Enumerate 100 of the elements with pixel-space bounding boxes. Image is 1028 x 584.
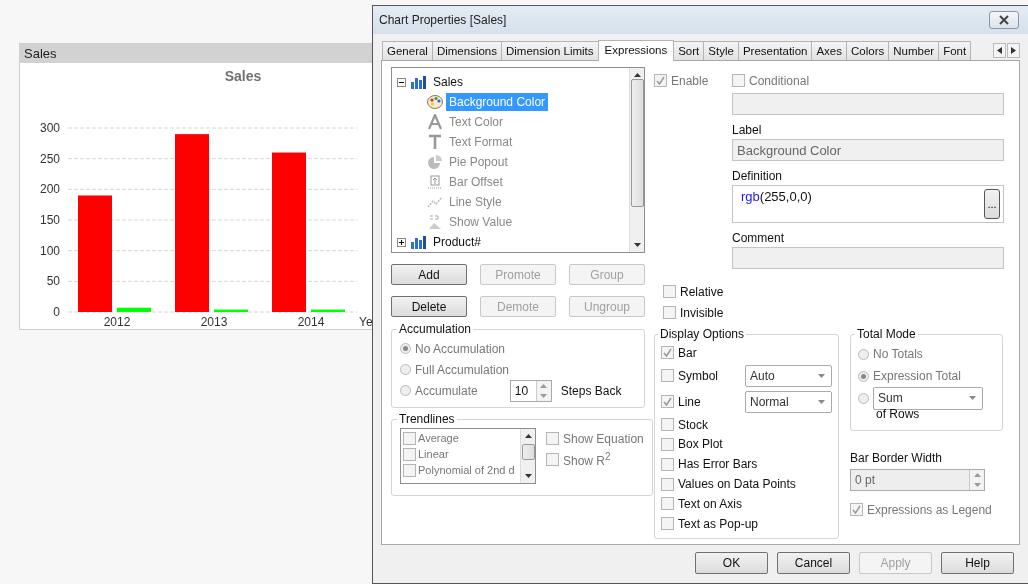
checkbox[interactable] <box>663 306 676 319</box>
tab-scroll-right-button[interactable] <box>1007 43 1020 58</box>
pie-chart-icon <box>427 154 443 170</box>
condition-field[interactable] <box>732 93 1004 115</box>
chart-title: Sales <box>224 68 262 84</box>
radio-button[interactable] <box>858 370 869 382</box>
checkbox-label: Stock <box>678 417 709 432</box>
font-icon <box>427 114 443 130</box>
x-axis-label: Ye <box>359 315 373 329</box>
group-title: Trendlines <box>398 412 456 426</box>
checkbox[interactable] <box>661 517 674 531</box>
checkbox[interactable] <box>850 503 863 516</box>
bar-offset-icon <box>427 174 443 190</box>
scrollbar-thumb[interactable] <box>521 444 535 460</box>
checkbox[interactable] <box>661 395 674 409</box>
checkbox-label: Relative <box>680 284 724 299</box>
checkbox-label: Text on Axis <box>678 496 744 511</box>
bar-chart-icon <box>410 235 426 249</box>
tree-action-button[interactable]: Delete <box>391 296 467 317</box>
bar-border-width-spinbox[interactable]: 0 pt <box>850 469 985 491</box>
value-label-icon <box>427 214 443 230</box>
tab[interactable]: Presentation <box>737 41 813 60</box>
checkbox[interactable] <box>546 453 559 466</box>
checkbox-label: Values on Data Points <box>678 477 797 492</box>
checkbox[interactable] <box>661 369 674 383</box>
tab[interactable]: Axes <box>811 41 848 60</box>
checkbox[interactable] <box>661 438 674 451</box>
checkbox-label: Polynomial of 2nd d <box>418 464 515 476</box>
expander-icon[interactable] <box>397 77 406 87</box>
expander-icon[interactable] <box>397 237 406 247</box>
y-tick-label: 200 <box>39 182 60 197</box>
tree-item[interactable]: Product# <box>430 233 485 251</box>
tab[interactable]: Dimension Limits <box>501 41 599 60</box>
right-arrow-icon <box>1011 47 1016 54</box>
tree-action-button[interactable]: Add <box>391 264 467 285</box>
checkbox[interactable] <box>663 285 676 298</box>
checkbox[interactable] <box>661 346 674 360</box>
radio-button[interactable] <box>400 385 411 396</box>
field-label: Definition <box>732 169 784 183</box>
vertical-scrollbar[interactable] <box>629 68 644 252</box>
dialog-button[interactable]: OK <box>695 552 768 574</box>
steps-spinbox[interactable]: 10 <box>509 379 552 402</box>
checkbox-label: Show Equation <box>563 431 644 446</box>
tree-item[interactable]: Sales <box>430 73 467 91</box>
tab[interactable]: Style <box>703 41 739 60</box>
tab[interactable]: Number <box>888 41 940 60</box>
bar <box>117 307 151 312</box>
checkbox-label: Box Plot <box>678 437 724 452</box>
radio-button[interactable] <box>400 364 411 375</box>
tab-scroll-left-button[interactable] <box>993 43 1006 58</box>
checkbox-label: Enable <box>671 73 709 88</box>
radio-button[interactable] <box>858 392 869 404</box>
steps-label: Steps Back <box>560 383 622 398</box>
checkbox[interactable] <box>661 457 674 471</box>
x-tick-label: 2012 <box>103 315 131 329</box>
caret-icon <box>969 396 976 400</box>
tab[interactable]: Font <box>938 41 972 60</box>
dropdown[interactable]: Sum <box>873 386 983 410</box>
vertical-scrollbar[interactable] <box>520 429 535 483</box>
y-tick-label: 300 <box>39 121 60 135</box>
tab[interactable]: Expressions <box>597 40 675 61</box>
text-format-icon <box>427 134 443 150</box>
y-tick-label: 100 <box>39 243 60 258</box>
dropdown[interactable]: Normal <box>745 390 832 413</box>
checkbox[interactable] <box>546 432 559 445</box>
checkbox-label: Linear <box>418 448 449 460</box>
caret-icon <box>818 399 825 404</box>
checkbox-label: Expressions as Legend <box>867 502 992 517</box>
definition-field[interactable]: rgb(255,0,0) <box>741 189 984 219</box>
tab[interactable]: General <box>382 41 433 60</box>
checkbox[interactable] <box>403 463 416 477</box>
tab[interactable]: Colors <box>846 41 890 60</box>
dropdown[interactable]: Auto <box>745 364 832 387</box>
checkbox-label: Has Error Bars <box>678 457 759 472</box>
window-title: Chart Properties [Sales] <box>379 13 507 27</box>
checkbox[interactable] <box>661 497 674 511</box>
dialog-button[interactable]: Cancel <box>777 552 850 574</box>
label-field[interactable]: Background Color <box>732 139 1004 161</box>
comment-field[interactable] <box>732 247 1004 269</box>
group-title: Accumulation <box>398 322 473 336</box>
group-title: Total Mode <box>856 327 917 341</box>
radio-button[interactable] <box>400 343 411 354</box>
scroll-down-icon <box>524 474 532 478</box>
bar <box>214 309 248 312</box>
checkbox[interactable] <box>403 447 416 461</box>
scrollbar-thumb[interactable] <box>630 79 644 207</box>
checkbox[interactable] <box>661 418 674 432</box>
checkbox-label: Symbol <box>678 368 719 383</box>
edit-expression-button[interactable]: ... <box>984 189 1000 219</box>
checkbox-label: Bar <box>678 345 698 360</box>
field-label: Comment <box>732 231 785 245</box>
checkbox-label: Invisible <box>680 305 724 320</box>
dialog-button[interactable]: Help <box>941 552 1014 574</box>
tab[interactable]: Dimensions <box>431 41 502 60</box>
y-tick-label: 0 <box>53 305 60 319</box>
radio-button[interactable] <box>858 348 869 360</box>
close-button[interactable] <box>989 11 1019 29</box>
checkbox[interactable] <box>661 477 674 491</box>
checkbox[interactable] <box>403 431 416 445</box>
caret-icon <box>818 373 825 378</box>
